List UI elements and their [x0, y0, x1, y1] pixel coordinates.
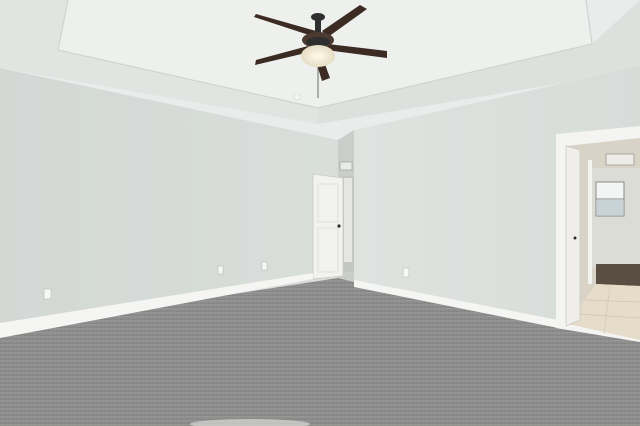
air-vent	[339, 161, 353, 171]
right-doorway	[556, 126, 640, 342]
hall-vent	[605, 153, 635, 166]
outlet	[261, 261, 268, 271]
fan-light	[301, 45, 335, 67]
outlet	[402, 267, 410, 278]
door-knob[interactable]	[573, 236, 577, 240]
bathroom-door[interactable]	[565, 145, 581, 327]
door-knob[interactable]	[337, 224, 341, 228]
smoke-detector	[293, 93, 301, 101]
outlet	[217, 265, 224, 275]
room-illustration	[0, 0, 640, 426]
room-photo	[0, 0, 640, 426]
bedroom-door[interactable]	[312, 173, 344, 280]
outlet	[43, 288, 52, 300]
